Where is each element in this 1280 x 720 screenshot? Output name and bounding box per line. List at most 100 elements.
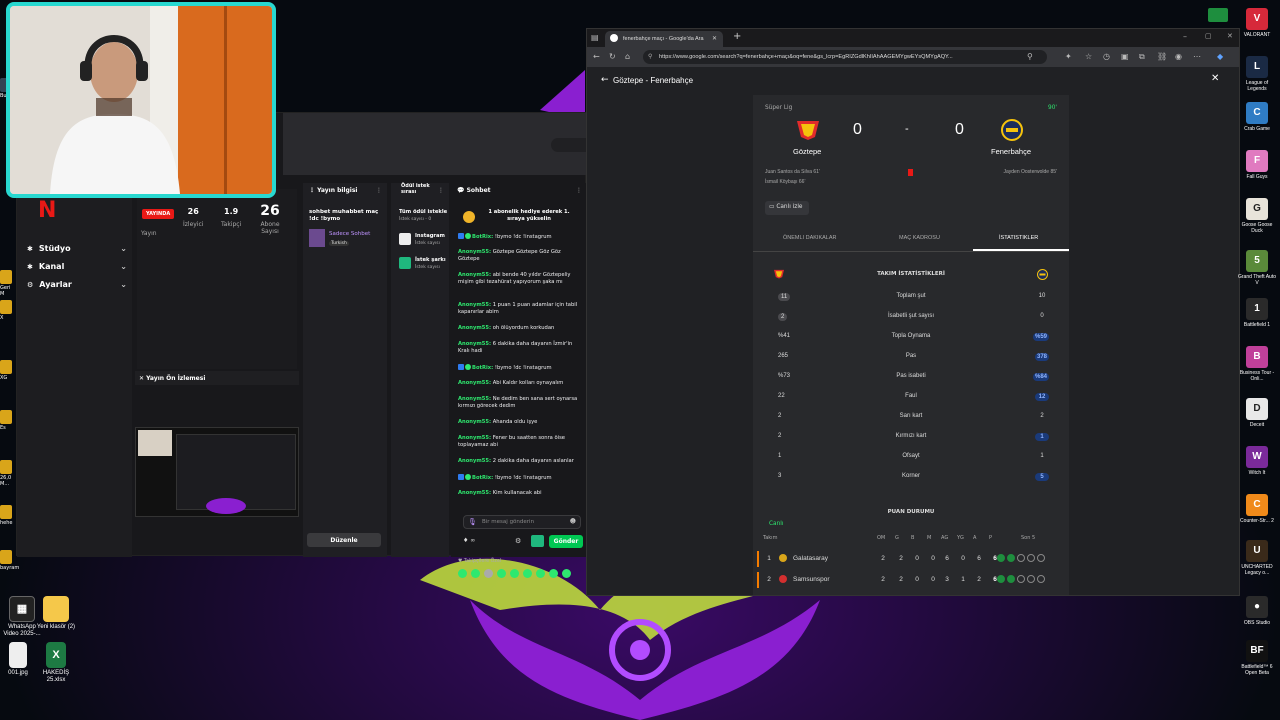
away-team-name[interactable]: Fenerbahçe xyxy=(991,147,1031,156)
chat-message[interactable]: Anonym55: Göztepe Göztepe Göz Göz Göztep… xyxy=(458,249,582,263)
emote-icon[interactable] xyxy=(536,569,545,578)
chat-message[interactable]: Anonym55: Fener bu saatten sonra öise to… xyxy=(458,435,582,449)
chat-message[interactable]: Anonym55: oh ölüyordum korkudan xyxy=(458,325,582,332)
desktop-icon-hakedis-xlsx[interactable]: X HAKEDİŞ 25.xlsx xyxy=(34,642,78,684)
chat-username[interactable]: Anonym55: xyxy=(458,325,491,331)
desktop-icon-left-4[interactable]: Es xyxy=(0,410,16,431)
standings-row[interactable]: 2 Samsunspor 2 2 0 0 3 1 2 6 xyxy=(753,570,1069,590)
close-icon[interactable]: ✕ xyxy=(1211,73,1219,84)
home-team-name[interactable]: Göztepe xyxy=(793,147,821,156)
chat-message[interactable]: Anonym55: abi bende 40 yıldır Göztepeliy… xyxy=(458,272,582,286)
dock-icon-gta[interactable]: 5 Grand Theft Auto V xyxy=(1238,250,1276,286)
screenshot-icon[interactable]: ⧉ xyxy=(1139,52,1145,62)
chat-username[interactable]: Anonym55: xyxy=(458,458,491,464)
team-name[interactable]: Samsunspor xyxy=(793,576,830,583)
browser-tab-active[interactable]: fenerbahçe maçı - Google'da Ara ✕ xyxy=(605,31,723,47)
back-icon[interactable]: ← xyxy=(593,52,600,61)
more-icon[interactable]: ⋮ xyxy=(376,187,382,194)
chat-username[interactable]: Anonym55: xyxy=(458,341,491,347)
maximize-icon[interactable]: ▢ xyxy=(1205,32,1212,40)
desktop-icon-left-6[interactable]: hehe xyxy=(0,505,16,526)
more-icon[interactable]: ⋮ xyxy=(576,187,582,194)
chat-message[interactable]: Anonym55: Kim kullanacak abi xyxy=(458,490,582,497)
hardware-monitor-icon[interactable] xyxy=(1208,8,1228,22)
emote-icon[interactable] xyxy=(510,569,519,578)
chat-username[interactable]: Anonym55: xyxy=(458,490,491,496)
dock-icon-cs2[interactable]: C Counter-Str... 2 xyxy=(1238,494,1276,524)
copilot-icon[interactable]: ◆ xyxy=(1217,52,1223,61)
dock-icon-witch-it[interactable]: W Witch It xyxy=(1238,446,1276,476)
chat-username[interactable]: Anonym55: xyxy=(458,302,491,308)
chat-message[interactable]: Anonym55: 2 dakika daha dayanın aslanlar xyxy=(458,458,582,465)
chat-input[interactable]: 🎙 Bir mesaj gönderin ☻ xyxy=(463,515,581,529)
chat-username[interactable]: BotRix: xyxy=(472,365,493,371)
history-icon[interactable]: ◷ xyxy=(1103,52,1110,61)
chat-username[interactable]: Anonym55: xyxy=(458,419,491,425)
desktop-icon-left-5[interactable]: 26,0 M... xyxy=(0,460,16,487)
edit-button[interactable]: Düzenle xyxy=(307,533,381,547)
location-icon[interactable]: ⚲ xyxy=(1027,52,1033,61)
dock-icon-business-tour[interactable]: B Business Tour - Onli... xyxy=(1238,346,1276,382)
chat-message[interactable]: Anonym55: Abi Kaldır kolları oynayalım xyxy=(458,380,582,387)
chat-username[interactable]: BotRix: xyxy=(472,475,493,481)
chat-message[interactable]: Anonym55: 1 puan 1 puan adamlar için tab… xyxy=(458,302,582,316)
dock-icon-valorant[interactable]: V VALORANT xyxy=(1238,8,1276,38)
emote-icon[interactable] xyxy=(471,569,480,578)
tab-lineups[interactable]: Maç kadrosu xyxy=(899,235,940,241)
chat-message[interactable]: Anonym55: Ahanda oldu işye xyxy=(458,419,582,426)
address-bar[interactable]: ⚲ https://www.google.com/search?q=fenerb… xyxy=(643,50,1047,64)
dock-icon-fall-guys[interactable]: F Fall Guys xyxy=(1238,150,1276,180)
reward-item-title[interactable]: İstek şarkı xyxy=(415,257,446,263)
bot-icon[interactable] xyxy=(531,535,544,547)
home-icon[interactable]: ⌂ xyxy=(625,52,630,61)
new-tab-icon[interactable]: + xyxy=(733,31,741,42)
team-name[interactable]: Galatasaray xyxy=(793,555,828,562)
league-name[interactable]: Süper Lig xyxy=(765,105,792,111)
reward-item-title[interactable]: Instagram xyxy=(415,233,445,239)
emote-icon[interactable] xyxy=(562,569,571,578)
chat-username[interactable]: Anonym55: xyxy=(458,380,491,386)
sidebar-item-channel[interactable]: ✱ Kanal ⌄ xyxy=(27,262,127,271)
emoji-icon[interactable]: ☻ xyxy=(570,518,576,525)
chat-message[interactable]: BotRix: !bymo !dc !instagrum xyxy=(458,233,582,241)
extension-icon[interactable]: ✦ xyxy=(1065,52,1072,61)
desktop-icon-left-1[interactable]: Geri M xyxy=(0,270,16,297)
favorites-icon[interactable]: ☆ xyxy=(1085,52,1092,61)
back-arrow-icon[interactable]: ← xyxy=(601,75,609,85)
emote-icon[interactable] xyxy=(523,569,532,578)
close-tab-icon[interactable]: ✕ xyxy=(712,35,717,42)
emote-icon[interactable] xyxy=(549,569,558,578)
send-button[interactable]: Gönder xyxy=(549,535,583,548)
chat-message[interactable]: BotRix: !bymo !dc !instagrum xyxy=(458,364,582,372)
chat-username[interactable]: Anonym55: xyxy=(458,249,491,255)
dock-icon-uncharted[interactable]: U UNCHARTED Legacy o... xyxy=(1238,540,1276,576)
more-icon[interactable]: ⋮ xyxy=(438,187,444,194)
dock-icon-battlefield[interactable]: 1 Battlefield 1 xyxy=(1238,298,1276,328)
desktop-icon-yeni-klasor[interactable]: Yeni klasör (2) xyxy=(34,596,78,631)
emote-icon[interactable] xyxy=(458,569,467,578)
chat-username[interactable]: Anonym55: xyxy=(458,396,491,402)
settings-menu-icon[interactable]: ⋯ xyxy=(1193,52,1201,61)
tab-actions-icon[interactable]: ▤ xyxy=(591,33,599,42)
link-icon[interactable]: ⛓ xyxy=(1157,52,1167,61)
minimize-icon[interactable]: – xyxy=(1183,32,1187,41)
collections-icon[interactable]: ▣ xyxy=(1121,52,1129,61)
standings-row[interactable]: 1 Galatasaray 2 2 0 0 6 0 6 6 xyxy=(753,549,1069,569)
emote-icon[interactable] xyxy=(497,569,506,578)
watch-live-button[interactable]: ▭ Canlı izle xyxy=(765,201,809,215)
emote-icon[interactable] xyxy=(484,569,493,578)
channel-points[interactable]: ♦ ∞ xyxy=(463,537,475,544)
chat-username[interactable]: Anonym55: xyxy=(458,435,491,441)
category-link[interactable]: Sadece Sohbet xyxy=(329,231,370,237)
sidebar-item-settings[interactable]: ⚙ Ayarlar ⌄ xyxy=(27,280,127,289)
window-close-icon[interactable]: ✕ xyxy=(1227,32,1233,40)
stream-preview-video[interactable] xyxy=(135,427,299,517)
dock-icon-lol[interactable]: L League of Legends xyxy=(1238,56,1276,92)
all-requests-label[interactable]: Tüm ödül istekle xyxy=(399,209,447,215)
sidebar-item-studio[interactable]: ✱ Stüdyo ⌄ xyxy=(27,244,127,253)
desktop-icon-left-3[interactable]: XG xyxy=(0,360,16,381)
chat-message[interactable]: Anonym55: 6 dakika daha dayanın İzmir'in… xyxy=(458,341,582,355)
dock-icon-bf6[interactable]: BF Battlefield™ 6 Open Beta xyxy=(1238,640,1276,676)
dock-icon-goose[interactable]: G Goose Goose Duck xyxy=(1238,198,1276,234)
chat-message[interactable]: Anonym55: Ne dedim ben sana sert oynarsa… xyxy=(458,396,582,410)
